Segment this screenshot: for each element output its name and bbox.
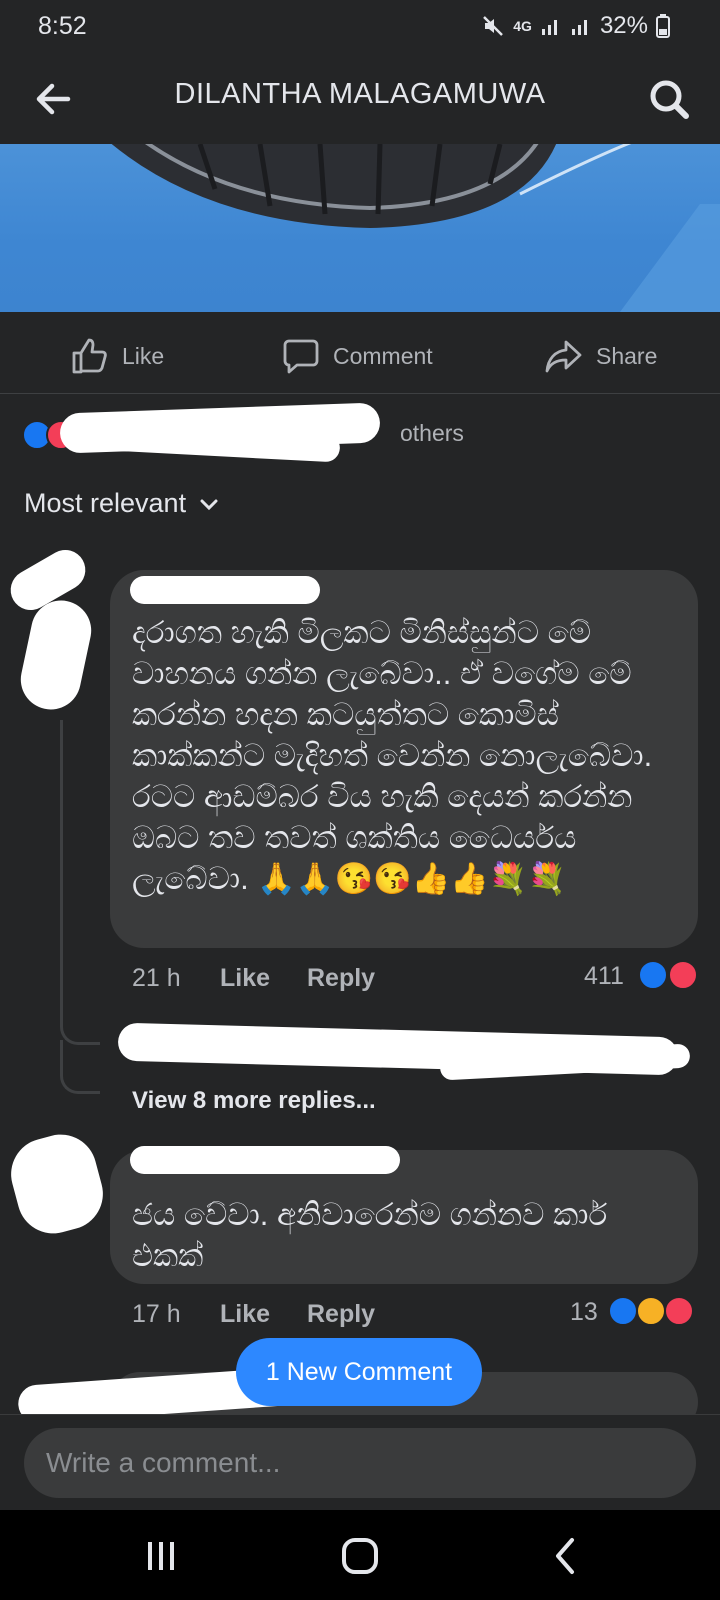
like-reaction-icon	[608, 1296, 638, 1326]
avatar-redacted	[15, 594, 97, 716]
comment-icon	[283, 339, 319, 374]
reactions-others-text: others	[400, 420, 464, 446]
comment-input[interactable]	[24, 1428, 696, 1498]
reply-thread-line	[60, 720, 100, 1045]
comment-reactions[interactable]: 411	[584, 960, 704, 994]
post-image-graphic	[111, 144, 720, 312]
search-button[interactable]	[644, 74, 694, 124]
status-bar: 8:52 4G 32%	[0, 0, 720, 52]
recent-apps-icon	[148, 1542, 174, 1570]
network-type: 4G	[513, 18, 532, 34]
back-nav-button[interactable]	[546, 1532, 586, 1580]
comment-bubble[interactable]: ජය වේවා. අනිවාරෙන්ම ගන්නව කාර් එකක්	[110, 1146, 698, 1284]
comment-label: Comment	[333, 342, 433, 369]
search-icon	[650, 80, 689, 119]
signal-icon	[541, 20, 557, 35]
comment-composer	[0, 1414, 720, 1510]
comment-like-button[interactable]: Like	[220, 964, 270, 993]
share-label: Share	[596, 342, 658, 369]
status-time: 8:52	[38, 12, 87, 40]
mute-icon	[483, 16, 504, 36]
home-icon	[342, 1538, 378, 1574]
battery-charging-icon	[656, 14, 670, 38]
comment-reply-button[interactable]: Reply	[307, 1300, 375, 1329]
like-label: Like	[122, 342, 165, 369]
new-comment-pill[interactable]: 1 New Comment	[236, 1338, 482, 1406]
battery-percent: 32%	[599, 12, 648, 39]
comment-reactions[interactable]: 13	[570, 1296, 704, 1330]
love-reaction-icon	[664, 1296, 694, 1326]
share-button[interactable]: Share	[544, 318, 657, 394]
recent-apps-button[interactable]	[136, 1534, 186, 1578]
comment-reply-button[interactable]: Reply	[307, 964, 375, 993]
chevron-left-icon	[556, 1538, 574, 1574]
view-more-replies-link[interactable]: View 8 more replies...	[132, 1087, 376, 1115]
commenter-name-redacted	[130, 576, 320, 604]
post-action-bar: Like Comment Share	[0, 318, 720, 394]
reaction-count: 411	[584, 962, 624, 990]
chevron-down-icon	[200, 499, 218, 510]
post-image[interactable]	[0, 144, 720, 312]
comment-text: ජය වේවා. අනිවාරෙන්ම ගන්නව කාර් එකක්	[132, 1197, 608, 1273]
love-reaction-icon	[668, 960, 698, 990]
page-title: DILANTHA MALAGAMUWA	[174, 78, 546, 110]
care-reaction-icon	[636, 1296, 666, 1326]
avatar-redacted[interactable]	[3, 1126, 111, 1242]
comment-button[interactable]: Comment	[281, 318, 433, 394]
reaction-count: 13	[570, 1298, 598, 1326]
comment-time: 21 h	[132, 964, 181, 992]
comment-like-button[interactable]: Like	[220, 1300, 270, 1329]
sort-dropdown[interactable]: Most relevant	[24, 488, 220, 519]
share-icon	[545, 340, 582, 373]
like-reaction-icon	[638, 960, 668, 990]
reply-thread-line	[60, 1040, 100, 1094]
comment-time: 17 h	[132, 1300, 181, 1328]
system-nav-bar	[0, 1510, 720, 1600]
like-button[interactable]: Like	[70, 318, 164, 394]
comment-bubble[interactable]: දරාගත හැකි මිලකට මිනිස්සුන්ට මේ වාහනය ගන…	[110, 570, 698, 948]
status-icons: 4G 32%	[481, 12, 670, 40]
sort-label: Most relevant	[24, 488, 187, 518]
signal-icon	[571, 20, 587, 35]
header-bar: DILANTHA MALAGAMUWA	[0, 52, 720, 144]
comment-text: දරාගත හැකි මිලකට මිනිස්සුන්ට මේ වාහනය ගන…	[132, 615, 653, 896]
home-button[interactable]	[336, 1532, 384, 1580]
thumbs-up-icon	[72, 338, 107, 374]
commenter-name-redacted	[130, 1146, 400, 1174]
